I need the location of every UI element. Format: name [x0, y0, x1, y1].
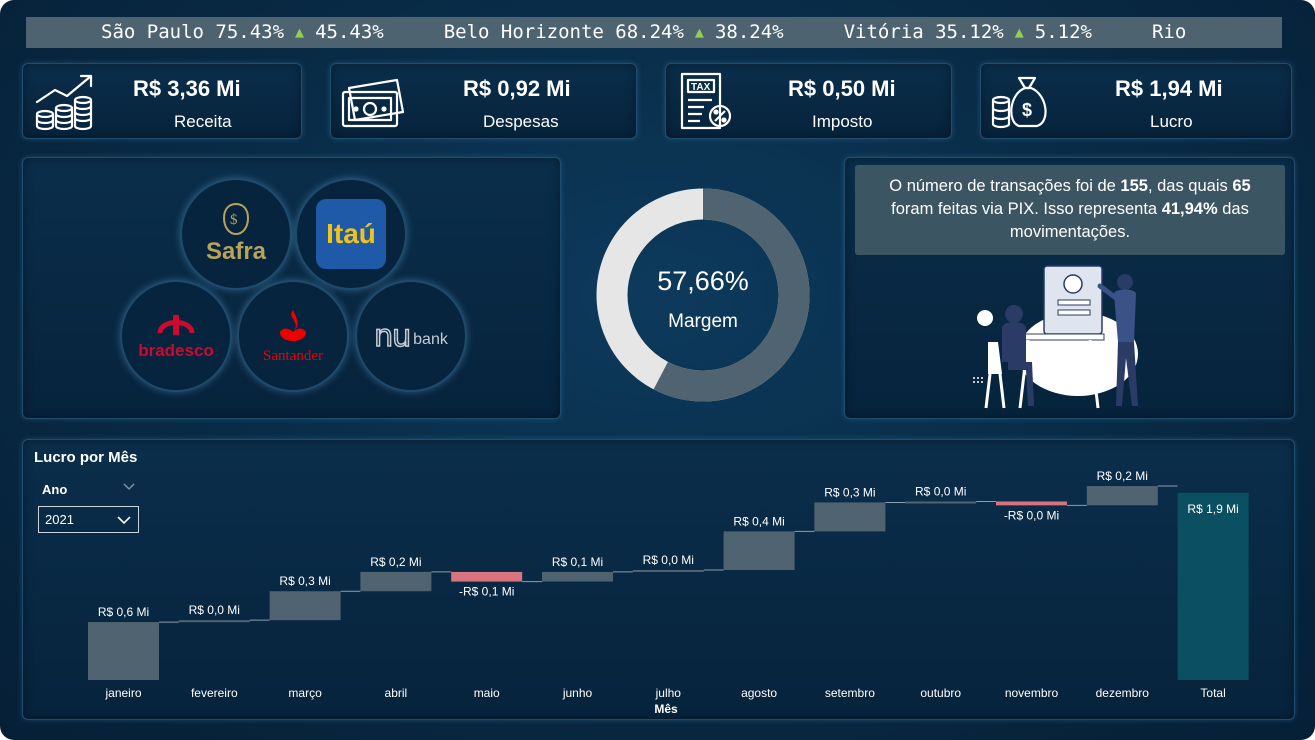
data-label: R$ 0,0 Mi [189, 603, 240, 617]
x-tick-label: setembro [825, 686, 875, 700]
waterfall-bar[interactable] [632, 569, 704, 572]
x-tick-label: janeiro [104, 686, 141, 700]
waterfall-bar[interactable] [723, 531, 795, 570]
data-label: R$ 0,0 Mi [643, 553, 694, 567]
waterfall-bar[interactable] [451, 571, 523, 582]
data-label: R$ 0,1 Mi [552, 555, 603, 569]
x-tick-label: março [288, 686, 322, 700]
waterfall-bar[interactable] [88, 622, 159, 680]
waterfall-bar[interactable] [814, 502, 886, 532]
data-label: R$ 0,6 Mi [98, 605, 149, 619]
data-label: -R$ 0,1 Mi [459, 585, 514, 599]
data-label: R$ 0,4 Mi [733, 514, 784, 528]
x-tick-label: julho [655, 686, 682, 700]
x-tick-label: fevereiro [191, 686, 238, 700]
waterfall-bar[interactable] [542, 571, 613, 582]
x-tick-label: abril [385, 686, 408, 700]
waterfall-bar[interactable] [178, 620, 250, 623]
data-label: -R$ 0,0 Mi [1004, 508, 1059, 522]
waterfall-bar[interactable] [360, 571, 432, 592]
x-tick-label: junho [562, 686, 593, 700]
waterfall-bar[interactable] [996, 501, 1067, 506]
waterfall-bar[interactable] [269, 591, 341, 621]
data-label: R$ 0,2 Mi [1097, 469, 1148, 483]
data-label: R$ 1,9 Mi [1187, 502, 1238, 516]
x-tick-label: maio [474, 686, 500, 700]
data-label: R$ 0,0 Mi [915, 484, 966, 498]
waterfall-chart: R$ 0,6 Mi janeiro R$ 0,0 Mi fevereiro R$ 0,3… [88, 469, 1249, 716]
waterfall-bar[interactable] [1177, 492, 1249, 680]
x-tick-label: outubro [920, 686, 961, 700]
data-label: R$ 0,3 Mi [824, 485, 875, 499]
waterfall-bar[interactable] [1086, 486, 1158, 506]
waterfall-bar[interactable] [905, 501, 977, 504]
dashboard: São Paulo 75.43% ▲ 45.43% Belo Horizonte 68… [0, 0, 1315, 740]
data-label: R$ 0,2 Mi [370, 555, 421, 569]
x-tick-label: Total [1200, 686, 1225, 700]
x-tick-label: agosto [741, 686, 777, 700]
x-tick-label: dezembro [1096, 686, 1150, 700]
x-axis-title: Mês [654, 702, 678, 716]
data-label: R$ 0,3 Mi [279, 574, 330, 588]
x-tick-label: novembro [1005, 686, 1059, 700]
